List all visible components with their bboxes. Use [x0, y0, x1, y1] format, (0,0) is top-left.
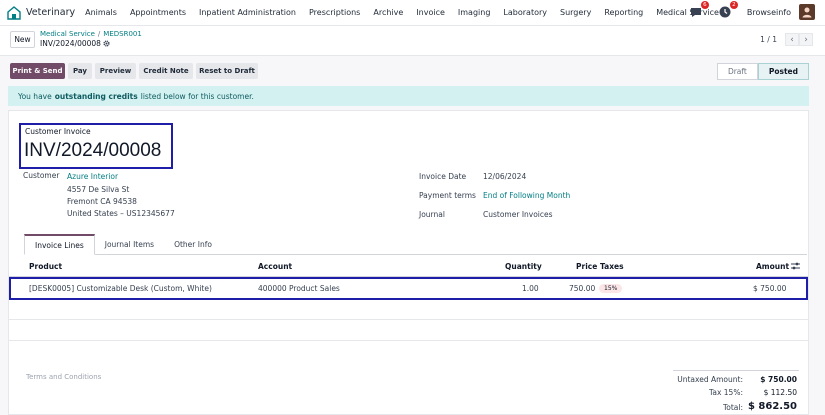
breadcrumb: Medical Service / MEDSR001 [40, 30, 142, 38]
line-amount: $ 750.00 [753, 284, 787, 293]
main-menu: Animals Appointments Inpatient Administr… [85, 8, 732, 17]
menu-imaging[interactable]: Imaging [458, 8, 491, 17]
invoice-type-label: Customer Invoice [25, 127, 91, 136]
tax-value: $ 112.50 [763, 388, 797, 397]
menu-prescriptions[interactable]: Prescriptions [309, 8, 360, 17]
invoice-date-label: Invoice Date [419, 172, 467, 181]
menu-surgery[interactable]: Surgery [560, 8, 591, 17]
invoice-title-highlight: Customer Invoice INV/2024/00008 [19, 123, 173, 169]
breadcrumb-separator: / [97, 30, 101, 38]
menu-inpatient-administration[interactable]: Inpatient Administration [199, 8, 296, 17]
breadcrumb-record[interactable]: MEDSR001 [103, 30, 142, 38]
print-send-button[interactable]: Print & Send [10, 63, 65, 79]
record-name: INV/2024/00008 [40, 39, 110, 48]
menu-invoice[interactable]: Invoice [416, 8, 445, 17]
menu-appointments[interactable]: Appointments [130, 8, 186, 17]
customer-address-street: 4557 De Silva St [67, 185, 130, 194]
record-name-text: INV/2024/00008 [40, 39, 101, 48]
payment-terms-field[interactable]: End of Following Month [483, 191, 570, 200]
terms-conditions-field[interactable]: Terms and Conditions [26, 373, 101, 381]
column-taxes[interactable]: Taxes [600, 262, 624, 271]
invoice-sheet: Customer Invoice INV/2024/00008 Customer… [8, 110, 809, 415]
app-name[interactable]: Veterinary [26, 7, 75, 18]
reset-to-draft-button[interactable]: Reset to Draft [196, 63, 258, 79]
invoice-number: INV/2024/00008 [24, 140, 162, 161]
top-navbar: Veterinary Animals Appointments Inpatien… [0, 0, 825, 26]
alert-suffix: listed below for this customer. [140, 91, 254, 101]
credit-note-button[interactable]: Credit Note [139, 63, 193, 79]
messages-count-badge: 6 [700, 1, 709, 9]
status-bar: Draft Posted [716, 63, 809, 80]
table-row[interactable]: [DESK0005] Customizable Desk (Custom, Wh… [9, 277, 808, 300]
outstanding-credits-alert: You have outstanding credits listed belo… [8, 86, 809, 106]
payment-terms-label: Payment terms [419, 191, 476, 200]
gear-icon[interactable] [103, 40, 110, 47]
breadcrumb-medical-service[interactable]: Medical Service [40, 30, 95, 38]
pager-next-button[interactable]: › [799, 33, 813, 46]
pager-value[interactable]: 1 / 1 [760, 35, 777, 44]
menu-archive[interactable]: Archive [373, 8, 403, 17]
status-posted[interactable]: Posted [757, 63, 809, 80]
chevron-left-icon: ‹ [790, 34, 794, 45]
totals-top-divider [673, 370, 799, 371]
total-value: $ 862.50 [747, 401, 797, 412]
line-tax-badge[interactable]: 15% [599, 284, 623, 293]
user-icon [802, 7, 812, 18]
messages-button[interactable]: 6 [689, 1, 709, 19]
invoice-date-field[interactable]: 12/06/2024 [483, 172, 526, 181]
line-account[interactable]: 400000 Product Sales [258, 284, 340, 293]
alert-outstanding-credits: outstanding credits [54, 91, 138, 101]
line-price[interactable]: 750.00 [569, 284, 595, 293]
pager: 1 / 1 ‹ › [760, 33, 813, 46]
systray: 6 2 Browseinfo [689, 1, 815, 20]
menu-laboratory[interactable]: Laboratory [503, 8, 547, 17]
column-price[interactable]: Price [576, 262, 597, 271]
tab-other-info[interactable]: Other Info [164, 234, 222, 255]
customer-address-country: United States – US12345677 [67, 209, 175, 218]
notebook-tabs: Invoice Lines Journal Items Other Info [24, 234, 807, 255]
tax-label: Tax 15%: [709, 388, 743, 397]
journal-label: Journal [419, 210, 445, 219]
pager-previous-button[interactable]: ‹ [785, 33, 799, 46]
tab-journal-items[interactable]: Journal Items [95, 234, 164, 255]
activities-button[interactable]: 2 [718, 1, 738, 19]
customer-field[interactable]: Azure Interior [67, 172, 118, 181]
untaxed-amount-value: $ 750.00 [760, 375, 797, 384]
app-menu-icon[interactable] [7, 5, 21, 20]
column-account[interactable]: Account [258, 262, 292, 271]
menu-reporting[interactable]: Reporting [604, 8, 643, 17]
table-footer-divider [9, 340, 808, 341]
journal-field[interactable]: Customer Invoices [483, 210, 553, 219]
invoice-lines-header: Product Account Quantity Price Taxes Amo… [9, 255, 808, 277]
form-action-bar: Print & Send Pay Preview Credit Note Res… [0, 56, 825, 86]
pay-button[interactable]: Pay [68, 63, 92, 79]
table-row-divider [9, 319, 808, 320]
column-settings-icon[interactable] [791, 262, 800, 270]
company-switcher[interactable]: Browseinfo [747, 8, 791, 17]
new-button[interactable]: New [10, 31, 35, 48]
status-draft[interactable]: Draft [716, 63, 758, 80]
customer-label: Customer [23, 171, 60, 180]
menu-animals[interactable]: Animals [85, 8, 117, 17]
line-product[interactable]: [DESK0005] Customizable Desk (Custom, Wh… [29, 284, 212, 293]
control-panel: New Medical Service / MEDSR001 INV/2024/00… [0, 26, 825, 56]
chevron-right-icon: › [804, 34, 808, 45]
line-quantity[interactable]: 1.00 [522, 284, 539, 293]
column-quantity[interactable]: Quantity [505, 262, 542, 271]
column-amount[interactable]: Amount [756, 262, 789, 271]
tab-invoice-lines[interactable]: Invoice Lines [24, 234, 95, 255]
customer-address-city: Fremont CA 94538 [67, 197, 137, 206]
preview-button[interactable]: Preview [95, 63, 136, 79]
alert-prefix: You have [18, 91, 52, 101]
column-product[interactable]: Product [29, 262, 62, 271]
user-avatar[interactable] [799, 4, 815, 20]
activities-count-badge: 2 [729, 1, 738, 9]
untaxed-amount-label: Untaxed Amount: [677, 375, 743, 384]
